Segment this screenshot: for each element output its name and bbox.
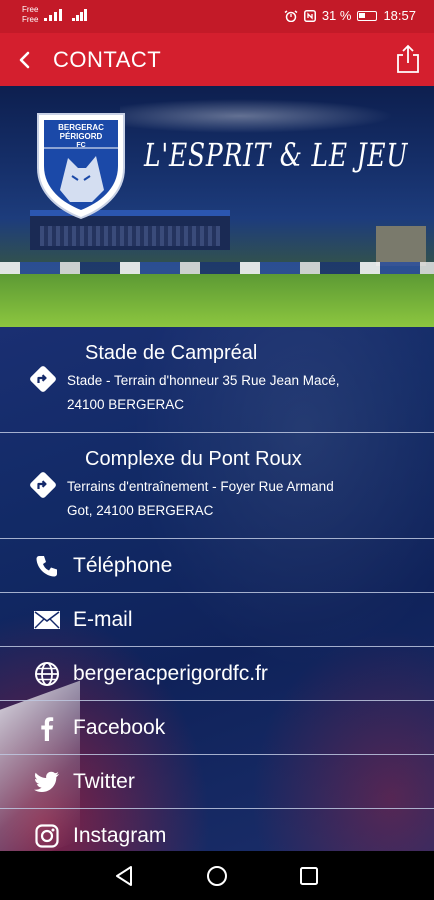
contact-label: Twitter (73, 770, 135, 793)
status-bar: Free Free 31 % 18:57 (0, 0, 434, 33)
square-recents-icon (300, 867, 318, 885)
contact-item-instagram[interactable]: Instagram (0, 809, 434, 851)
carrier-labels: Free Free (22, 5, 38, 25)
page-title: CONTACT (53, 47, 162, 72)
contact-label: bergeracperigordfc.fr (73, 662, 268, 685)
crest-line-2: PÉRIGORD (60, 132, 103, 141)
app-bar: CONTACT (0, 33, 434, 86)
location-address: Stade - Terrain d'honneur 35 Rue Jean Ma… (67, 373, 340, 412)
club-crest-logo: BERGERAC PÉRIGORD FC (37, 113, 125, 220)
globe-icon (33, 660, 61, 688)
nav-back-button[interactable] (110, 863, 138, 889)
contact-item-facebook[interactable]: Facebook (0, 701, 434, 755)
contact-item-phone[interactable]: Téléphone (0, 539, 434, 593)
nav-recents-button[interactable] (295, 863, 323, 889)
location-item-stade-de-campreal[interactable]: Stade de Campréal Stade - Terrain d'honn… (0, 327, 434, 433)
back-button[interactable] (8, 44, 40, 76)
stadium-lights (120, 96, 420, 136)
contact-label: Instagram (73, 824, 167, 847)
twitter-icon (33, 768, 61, 796)
crest-line-3: FC (76, 142, 85, 149)
contact-label: Facebook (73, 716, 166, 739)
contact-label: Téléphone (73, 554, 173, 577)
share-icon (397, 44, 419, 73)
mail-icon (33, 606, 61, 634)
directions-icon (29, 471, 57, 499)
share-button[interactable] (392, 42, 424, 76)
clock: 18:57 (383, 8, 416, 23)
contact-item-email[interactable]: E-mail (0, 593, 434, 647)
facebook-icon (33, 714, 61, 742)
pitch (0, 274, 434, 327)
crest-line-1: BERGERAC (58, 123, 104, 132)
nav-home-button[interactable] (203, 863, 231, 889)
slogan: L'ESPRIT & LE JEU (144, 136, 409, 174)
directions-icon (29, 365, 57, 393)
carrier-1: Free (22, 5, 39, 14)
contact-item-website[interactable]: bergeracperigordfc.fr (0, 647, 434, 701)
alarm-icon (284, 9, 298, 22)
building (376, 226, 426, 266)
signal-icon (72, 9, 87, 21)
phone-icon (33, 552, 61, 580)
system-navigation-bar (0, 851, 434, 900)
location-item-complexe-du-pont-roux[interactable]: Complexe du Pont Roux Terrains d'entraîn… (0, 433, 434, 539)
hero-banner: BERGERAC PÉRIGORD FC L'ESPRIT & LE JEU (0, 86, 434, 327)
signal-icon (44, 9, 62, 21)
circle-home-icon (207, 866, 227, 886)
location-address: Terrains d'entraînement - Foyer Rue Arma… (67, 479, 334, 518)
battery-percent: 31 % (321, 8, 352, 23)
location-name: Complexe du Pont Roux (85, 448, 302, 470)
contact-label: E-mail (73, 608, 133, 631)
battery-icon (357, 10, 378, 21)
back-arrow-icon (19, 51, 30, 69)
contact-list: Stade de Campréal Stade - Terrain d'honn… (0, 327, 434, 851)
carrier-2: Free (22, 15, 39, 24)
nfc-icon (303, 9, 316, 22)
location-name: Stade de Campréal (85, 342, 258, 364)
contact-item-twitter[interactable]: Twitter (0, 755, 434, 809)
instagram-icon (33, 822, 61, 850)
advertising-boards (0, 262, 434, 274)
triangle-back-icon (116, 866, 132, 886)
